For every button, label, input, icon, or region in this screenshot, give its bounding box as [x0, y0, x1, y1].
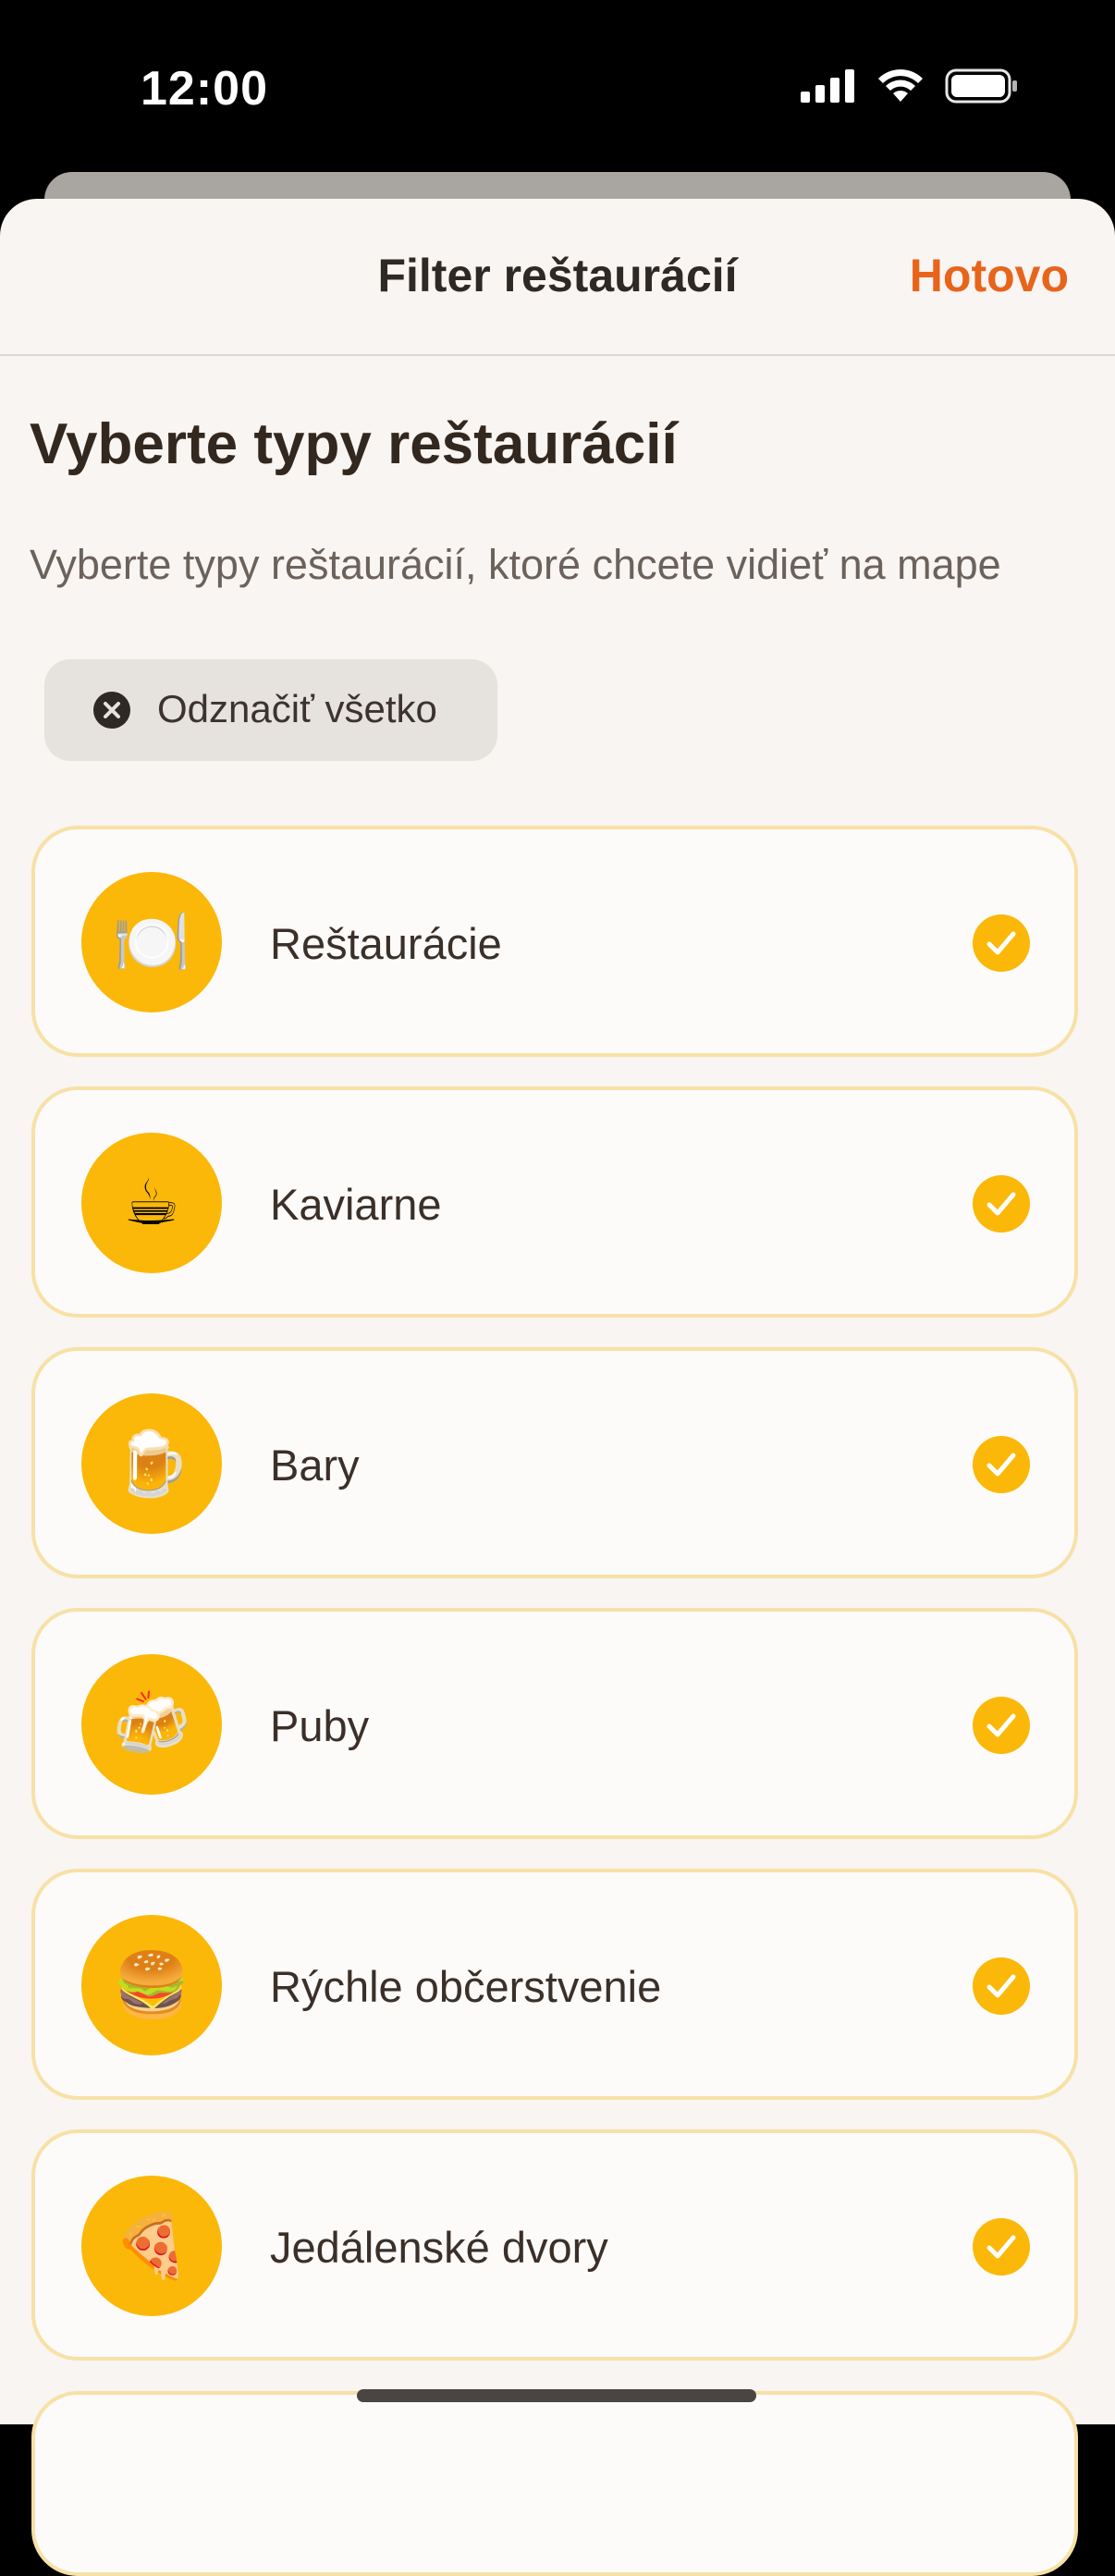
home-indicator[interactable]	[357, 2389, 756, 2402]
cellular-signal-icon	[801, 69, 854, 103]
pizza-icon: 🍕	[81, 2176, 222, 2316]
category-label: Jedálenské dvory	[270, 2223, 608, 2272]
hamburger-icon: 🍔	[81, 1915, 222, 2055]
deselect-all-label: Odznačiť všetko	[157, 687, 437, 730]
checkmark-icon	[973, 914, 1030, 972]
category-item-cafes[interactable]: ☕ Kaviarne	[31, 1086, 1078, 1318]
category-item-fast-food[interactable]: 🍔 Rýchle občerstvenie	[31, 1869, 1078, 2100]
hot-beverage-icon: ☕	[81, 1133, 222, 1273]
category-label: Puby	[270, 1701, 370, 1750]
category-item-restaurants[interactable]: 🍽️ Reštaurácie	[31, 826, 1078, 1057]
category-label: Reštaurácie	[270, 919, 502, 968]
checkmark-icon	[973, 2218, 1030, 2275]
category-label: Rýchle občerstvenie	[270, 1962, 662, 2011]
plate-with-cutlery-icon: 🍽️	[81, 872, 222, 1012]
category-label: Bary	[270, 1441, 360, 1490]
category-item-bars[interactable]: 🍺 Bary	[31, 1347, 1078, 1578]
done-button[interactable]: Hotovo	[910, 249, 1069, 302]
category-item-partial[interactable]	[31, 2391, 1078, 2576]
category-item-food-courts[interactable]: 🍕 Jedálenské dvory	[31, 2129, 1078, 2361]
clinking-beer-mugs-icon: 🍻	[81, 1654, 222, 1795]
navigation-bar: Filter reštaurácií Hotovo	[0, 199, 1115, 356]
status-time: 12:00	[141, 62, 268, 116]
category-label: Kaviarne	[270, 1180, 442, 1229]
checkmark-icon	[973, 1175, 1030, 1233]
checkmark-icon	[973, 1957, 1030, 2015]
status-icons	[801, 68, 1019, 104]
wifi-icon	[878, 69, 923, 102]
category-item-pubs[interactable]: 🍻 Puby	[31, 1608, 1078, 1839]
checkmark-icon	[973, 1436, 1030, 1493]
beer-mug-icon: 🍺	[81, 1393, 222, 1534]
page-subtitle: Vyberte typy reštaurácií, ktoré chcete v…	[30, 541, 1001, 588]
close-circle-icon	[93, 692, 130, 729]
page-heading: Vyberte typy reštaurácií	[30, 412, 678, 476]
deselect-all-button[interactable]: Odznačiť všetko	[44, 659, 497, 761]
battery-icon	[945, 68, 1017, 104]
checkmark-icon	[973, 1697, 1030, 1754]
filter-sheet: Filter reštaurácií Hotovo Vyberte typy r…	[0, 199, 1115, 2424]
status-bar: 12:00	[0, 0, 1115, 176]
